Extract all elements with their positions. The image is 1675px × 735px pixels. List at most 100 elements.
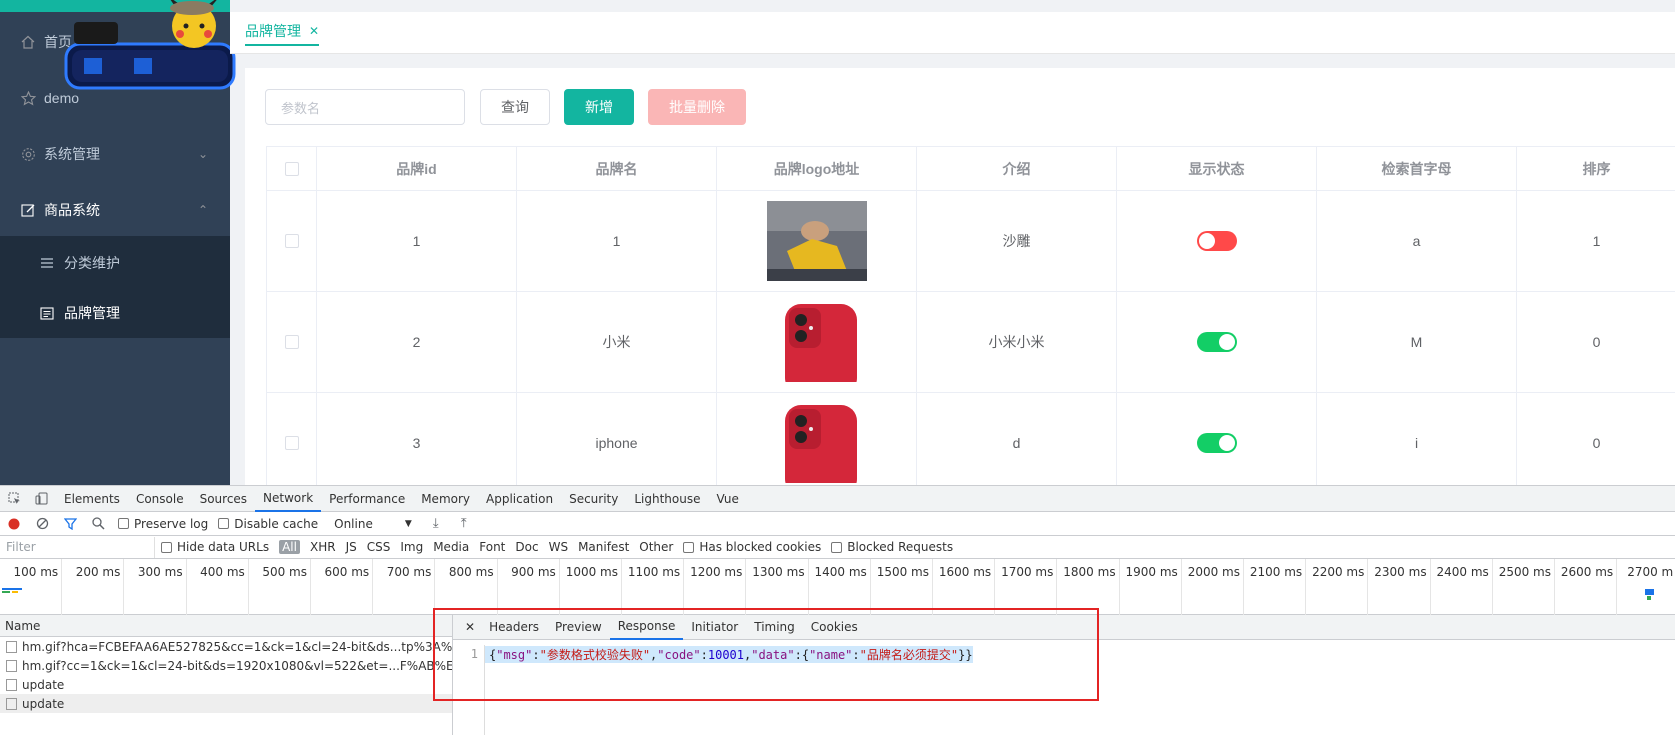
detail-tab-initiator[interactable]: Initiator [683,615,746,640]
col-header: 排序 [1582,160,1611,177]
filter-input[interactable]: Filter [0,536,155,558]
row-checkbox[interactable] [284,335,299,349]
hide-data-urls-checkbox[interactable]: Hide data URLs [161,540,269,554]
cell-letter: M [1317,292,1517,392]
row-checkbox[interactable] [284,436,299,450]
timeline-tick-label: 2700 m [1627,565,1674,579]
export-har-icon[interactable]: ⤒ [450,511,478,537]
devtools-tab-sources[interactable]: Sources [192,486,255,512]
detail-tabbar: ✕ Headers Preview Response Initiator Tim… [453,615,1675,640]
detail-tab-response[interactable]: Response [609,615,684,640]
inspect-element-icon[interactable] [0,486,28,512]
request-detail-panel: ✕ Headers Preview Response Initiator Tim… [453,615,1675,735]
col-header: 品牌名 [517,147,717,190]
filter-type-all[interactable]: All [279,540,300,554]
request-row[interactable]: hm.gif?cc=1&ck=1&cl=24-bit&ds=1920x1080&… [0,656,452,675]
device-toggle-icon[interactable] [28,486,56,512]
show-status-toggle[interactable] [1196,231,1237,251]
request-row[interactable]: update [0,694,452,713]
devtools-tab-security[interactable]: Security [561,486,626,512]
request-row[interactable]: update [0,675,452,694]
devtools-tab-lighthouse[interactable]: Lighthouse [626,486,708,512]
network-timeline[interactable]: 100 ms 200 ms 300 ms 400 ms 500 ms 600 ms 700 … [0,559,1675,615]
table-row: 1 1 沙雕 a 1 [267,191,1675,292]
add-button[interactable]: 新增 [564,89,634,125]
disable-cache-checkbox[interactable]: Disable cache [218,517,318,531]
sidebar-item-goods[interactable]: 商品系统 ⌃ [0,182,230,238]
filter-icon[interactable] [56,511,84,537]
main-content: 参数名 查询 新增 批量删除 品牌id 品牌名 品牌logo地址 介绍 显示状态… [245,68,1675,485]
filter-type-img[interactable]: Img [400,540,423,554]
show-status-toggle[interactable] [1196,332,1237,352]
line-number: 1 [453,645,485,735]
response-json: {"msg":"参数格式校验失败","code":10001,"data":{"… [485,645,973,663]
select-all-checkbox[interactable] [284,161,299,176]
search-icon[interactable] [84,511,112,537]
filter-type-xhr[interactable]: XHR [310,540,336,554]
filter-type-ws[interactable]: WS [549,540,568,554]
devtools-tab-console[interactable]: Console [128,486,192,512]
show-status-toggle[interactable] [1196,433,1237,453]
detail-tab-preview[interactable]: Preview [547,615,610,640]
detail-tab-timing[interactable]: Timing [746,615,803,640]
brand-logo-image[interactable] [766,403,867,483]
throttle-select[interactable]: Online ▼ [334,517,412,531]
filter-type-other[interactable]: Other [639,540,673,554]
home-icon [20,34,36,50]
close-icon[interactable]: ✕ [309,24,319,38]
detail-tab-cookies[interactable]: Cookies [803,615,866,640]
devtools-tab-performance[interactable]: Performance [321,486,413,512]
edit-icon [20,202,36,218]
has-blocked-cookies-checkbox[interactable]: Has blocked cookies [683,540,821,554]
row-checkbox[interactable] [284,234,299,248]
preserve-log-checkbox[interactable]: Preserve log [118,517,208,531]
filter-type-css[interactable]: CSS [367,540,391,554]
timeline-tick-label: 800 ms [435,559,498,615]
devtools-tab-memory[interactable]: Memory [413,486,478,512]
timeline-tick-label: 2600 ms [1555,559,1618,615]
cell-sort: 1 [1592,233,1601,249]
file-icon [6,678,17,691]
import-har-icon[interactable]: ⤓ [422,511,450,537]
timeline-tick-label: 300 ms [124,559,187,615]
sidebar-item-category[interactable]: 分类维护 [0,238,230,288]
request-row[interactable]: hm.gif?hca=FCBEFAA6AE527825&cc=1&ck=1&cl… [0,637,452,656]
file-icon [6,659,17,672]
search-input[interactable]: 参数名 [265,89,465,125]
cell-id: 2 [317,292,517,392]
close-icon[interactable]: ✕ [459,615,481,640]
sidebar-item-brand[interactable]: 品牌管理 [0,288,230,338]
filter-type-font[interactable]: Font [479,540,505,554]
filter-type-media[interactable]: Media [433,540,469,554]
response-body[interactable]: 1 {"msg":"参数格式校验失败","code":10001,"data":… [453,645,1675,735]
star-icon [20,90,36,106]
timeline-tick-label: 100 ms [0,559,63,615]
brand-logo-image[interactable] [766,201,867,281]
timeline-tick-label: 500 ms [249,559,311,615]
query-button[interactable]: 查询 [480,89,550,125]
sidebar-item-system[interactable]: 系统管理 ⌄ [0,126,230,182]
file-icon [6,640,17,653]
network-toolbar: Preserve log Disable cache Online ▼ ⤓ ⤒ [0,512,1675,536]
filter-type-manifest[interactable]: Manifest [578,540,629,554]
timeline-tick-label: 200 ms [62,559,125,615]
devtools-tab-vue[interactable]: Vue [709,486,747,512]
devtools-tab-elements[interactable]: Elements [56,486,128,512]
name-column-header[interactable]: Name [0,615,452,637]
blocked-requests-checkbox[interactable]: Blocked Requests [831,540,953,554]
timeline-tick-label: 2300 ms [1368,559,1431,615]
filter-type-doc[interactable]: Doc [515,540,538,554]
col-header: 品牌logo地址 [717,147,917,190]
mascot-badge-image [64,0,236,90]
record-icon[interactable] [0,511,28,537]
timeline-tick-label: 1500 ms [871,559,933,615]
devtools-tab-network[interactable]: Network [255,486,322,512]
brand-logo-image[interactable] [766,302,867,382]
batch-delete-button[interactable]: 批量删除 [648,89,746,125]
devtools-tab-application[interactable]: Application [478,486,561,512]
detail-tab-headers[interactable]: Headers [481,615,547,640]
filter-type-js[interactable]: JS [346,540,357,554]
tab-brand-management[interactable]: 品牌管理 ✕ [245,20,320,46]
clear-icon[interactable] [28,511,56,537]
timeline-tick-label: 1800 ms [1057,559,1120,615]
